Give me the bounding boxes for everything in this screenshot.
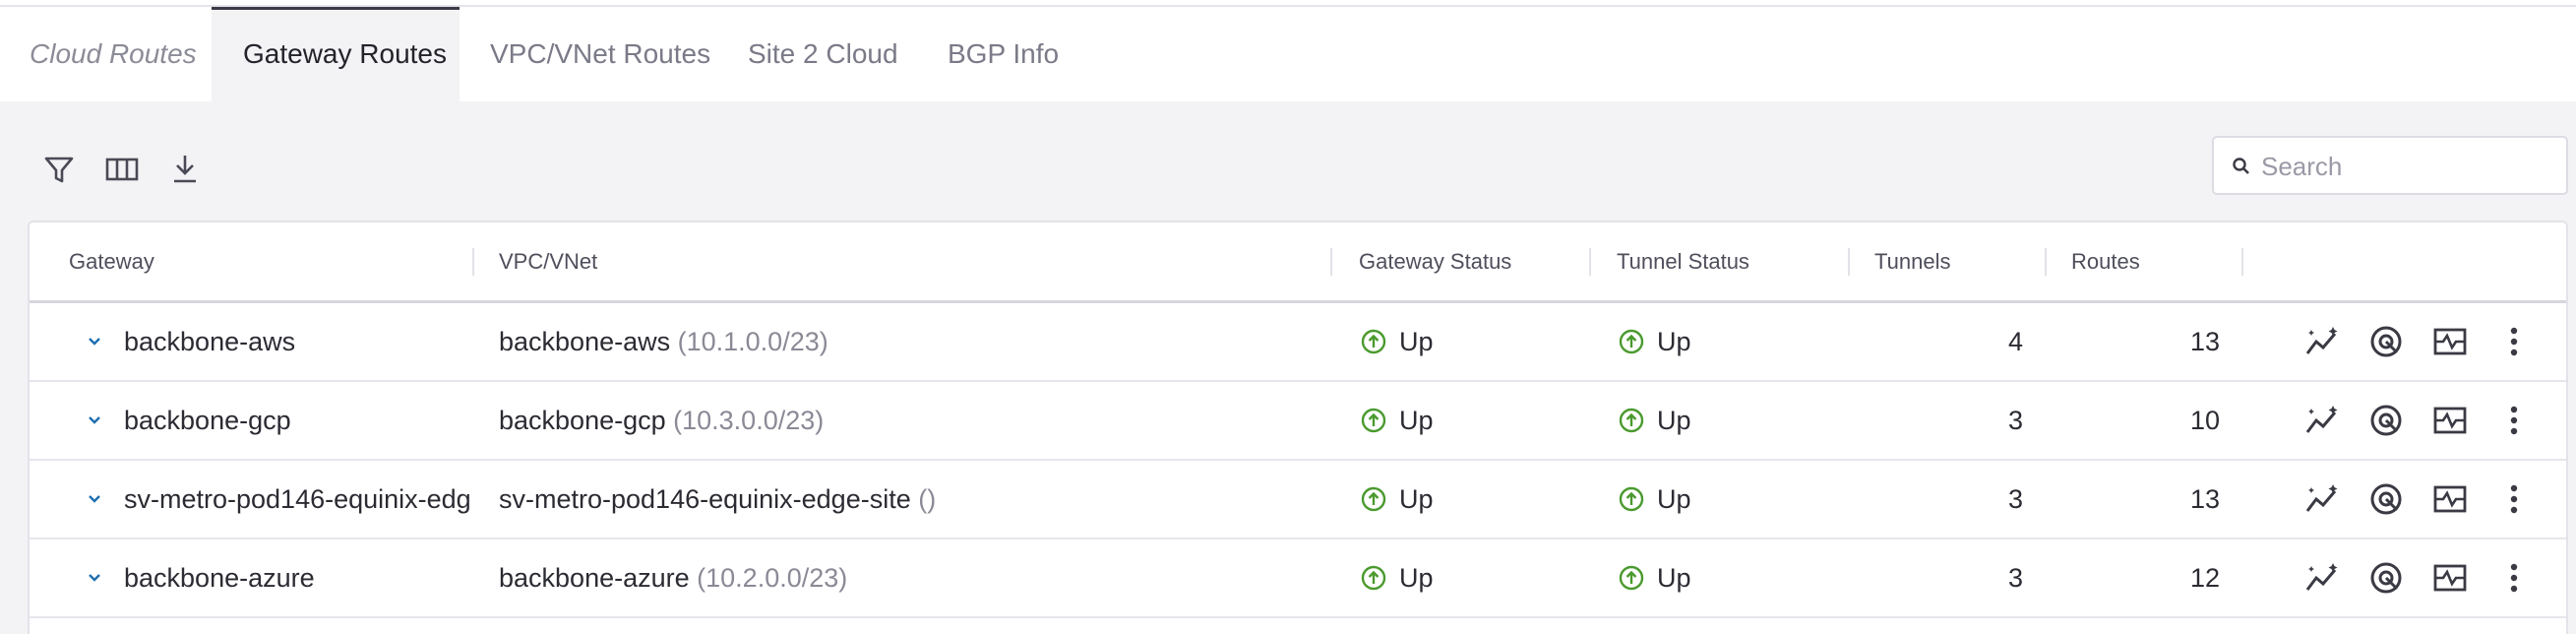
tunnel-status-label: Up (1657, 484, 1691, 514)
status-up-icon (1619, 486, 1644, 512)
vpc-cidr: () (918, 484, 937, 514)
column-header-vpc-vnet[interactable]: VPC/VNet (499, 222, 597, 300)
vpc-cidr: (10.2.0.0/23) (697, 563, 848, 593)
gateway-status-label: Up (1399, 563, 1434, 593)
vpc-name: backbone-azure (499, 563, 690, 593)
vpc-cidr: (10.1.0.0/23) (677, 327, 828, 356)
table-row[interactable]: backbone-azure backbone-azure (10.2.0.0/2… (30, 539, 2566, 618)
tunnel-status: Up (1618, 303, 1814, 380)
vpc-vnet-cell: sv-metro-pod146-equinix-edge-site () (499, 461, 1325, 538)
column-resize-handle[interactable] (1848, 248, 1850, 276)
column-header-tunnel-status[interactable]: Tunnel Status (1617, 222, 1749, 300)
gateway-name[interactable]: backbone-aws (124, 303, 470, 380)
gateway-status: Up (1360, 539, 1557, 616)
pulse-chart-icon[interactable] (2430, 322, 2470, 361)
gateway-name[interactable]: backbone-azure (124, 539, 470, 616)
tunnel-status-label: Up (1657, 563, 1691, 593)
columns-icon[interactable] (102, 150, 142, 189)
gateway-status: Up (1360, 461, 1557, 538)
target-icon[interactable] (2366, 401, 2406, 440)
gateway-status-label: Up (1399, 406, 1434, 435)
tab-vpc-vnet-routes[interactable]: VPC/VNet Routes (490, 7, 710, 101)
search-box (2212, 136, 2568, 195)
gateway-status-label: Up (1399, 484, 1434, 514)
table-row[interactable]: backbone-gcp backbone-gcp (10.3.0.0/23) Up… (30, 382, 2566, 461)
column-header-gateway-status[interactable]: Gateway Status (1359, 222, 1511, 300)
pulse-chart-icon[interactable] (2430, 479, 2470, 519)
tab-site-2-cloud[interactable]: Site 2 Cloud (748, 7, 898, 101)
gateway-routes-table: Gateway VPC/VNet Gateway Status Tunnel S… (28, 221, 2568, 634)
vpc-name: backbone-aws (499, 327, 671, 356)
sparkline-icon[interactable] (2303, 401, 2343, 440)
kebab-menu-icon[interactable] (2494, 558, 2534, 598)
chevron-down-icon[interactable] (85, 411, 104, 430)
tunnels-count: 4 (2007, 327, 2023, 356)
kebab-menu-icon[interactable] (2494, 322, 2534, 361)
chevron-down-icon[interactable] (85, 489, 104, 509)
status-up-icon (1361, 565, 1386, 591)
status-up-icon (1361, 329, 1386, 354)
download-icon[interactable] (165, 150, 205, 189)
target-icon[interactable] (2366, 558, 2406, 598)
gateway-status: Up (1360, 382, 1557, 459)
status-up-icon (1619, 565, 1644, 591)
column-header-routes[interactable]: Routes (2071, 222, 2140, 300)
gateway-name[interactable]: sv-metro-pod146-equinix-edg (124, 461, 470, 538)
status-up-icon (1361, 408, 1386, 433)
tunnel-status-label: Up (1657, 327, 1691, 356)
vpc-name: backbone-gcp (499, 406, 666, 435)
vpc-vnet-cell: backbone-aws (10.1.0.0/23) (499, 303, 1325, 380)
vpc-vnet-cell: backbone-azure (10.2.0.0/23) (499, 539, 1325, 616)
chevron-down-icon[interactable] (85, 332, 104, 351)
routes-count: 10 (2189, 406, 2220, 435)
status-up-icon (1619, 329, 1644, 354)
vpc-vnet-cell: backbone-gcp (10.3.0.0/23) (499, 382, 1325, 459)
vpc-cidr: (10.3.0.0/23) (673, 406, 825, 435)
tab-gateway-routes[interactable]: Gateway Routes (212, 7, 460, 101)
search-input[interactable] (2259, 146, 2558, 187)
tunnel-status: Up (1618, 382, 1814, 459)
tab-cloud-routes[interactable]: Cloud Routes (30, 7, 197, 101)
column-resize-handle[interactable] (1330, 248, 1332, 276)
pulse-chart-icon[interactable] (2430, 401, 2470, 440)
routes-count: 12 (2189, 563, 2220, 593)
sparkline-icon[interactable] (2303, 322, 2343, 361)
table-header: Gateway VPC/VNet Gateway Status Tunnel S… (30, 222, 2566, 303)
tunnels-count: 3 (2007, 484, 2023, 514)
tab-bar: Cloud Routes Gateway Routes VPC/VNet Rou… (0, 7, 2576, 101)
column-resize-handle[interactable] (2045, 248, 2047, 276)
tunnel-status: Up (1618, 461, 1814, 538)
routes-count: 13 (2189, 484, 2220, 514)
vpc-name: sv-metro-pod146-equinix-edge-site (499, 484, 911, 514)
pulse-chart-icon[interactable] (2430, 558, 2470, 598)
filter-icon[interactable] (39, 150, 79, 189)
kebab-menu-icon[interactable] (2494, 479, 2534, 519)
gateway-name[interactable]: backbone-gcp (124, 382, 470, 459)
tunnels-count: 3 (2007, 406, 2023, 435)
routes-count: 13 (2189, 327, 2220, 356)
kebab-menu-icon[interactable] (2494, 401, 2534, 440)
tunnel-status-label: Up (1657, 406, 1691, 435)
sparkline-icon[interactable] (2303, 558, 2343, 598)
search-icon (2233, 158, 2249, 174)
table-row[interactable]: sv-metro-pod146-equinix-edg sv-metro-pod1… (30, 461, 2566, 539)
tunnels-count: 3 (2007, 563, 2023, 593)
gateway-status-label: Up (1399, 327, 1434, 356)
chevron-down-icon[interactable] (85, 568, 104, 588)
column-resize-handle[interactable] (1589, 248, 1591, 276)
tab-bgp-info[interactable]: BGP Info (948, 7, 1059, 101)
column-resize-handle[interactable] (2241, 248, 2243, 276)
target-icon[interactable] (2366, 479, 2406, 519)
column-header-gateway[interactable]: Gateway (69, 222, 154, 300)
sparkline-icon[interactable] (2303, 479, 2343, 519)
target-icon[interactable] (2366, 322, 2406, 361)
column-header-tunnels[interactable]: Tunnels (1874, 222, 1950, 300)
status-up-icon (1619, 408, 1644, 433)
status-up-icon (1361, 486, 1386, 512)
top-border (0, 0, 2576, 7)
tunnel-status: Up (1618, 539, 1814, 616)
column-resize-handle[interactable] (472, 248, 474, 276)
table-row[interactable]: backbone-aws backbone-aws (10.1.0.0/23) Up… (30, 303, 2566, 382)
gateway-status: Up (1360, 303, 1557, 380)
